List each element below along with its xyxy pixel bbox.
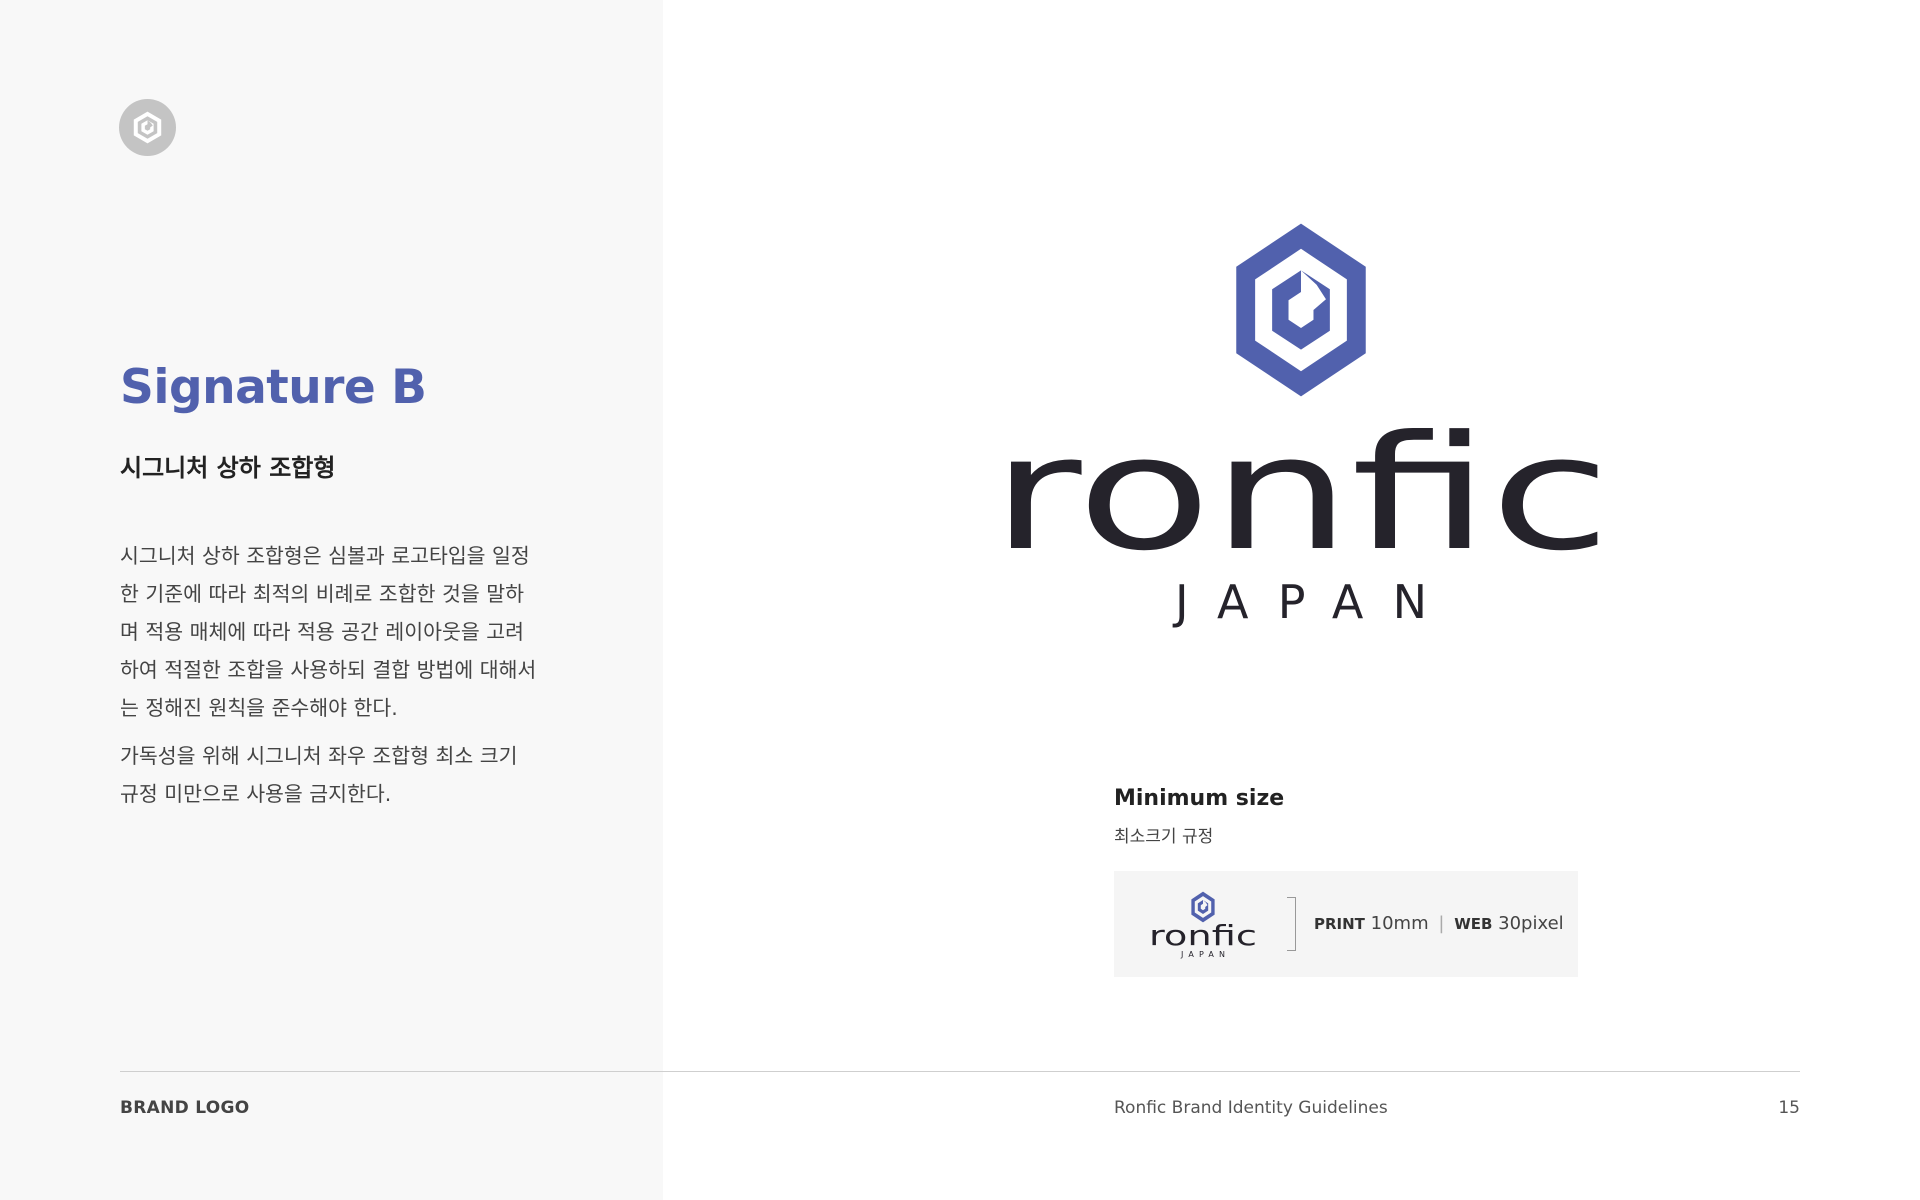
minimum-size-box: ronfic JAPAN PRINT 10mm | WEB 30pixel [1114, 871, 1578, 977]
small-wordmark: ronfic [1149, 919, 1257, 952]
hexagon-c-icon [1191, 891, 1215, 923]
small-signature-logo: ronfic JAPAN [1149, 891, 1257, 959]
footer-divider [120, 1071, 1800, 1072]
hexagon-c-icon [1236, 223, 1366, 397]
footer-section-label: BRAND LOGO [120, 1098, 250, 1118]
page-number: 15 [1778, 1098, 1800, 1118]
footer-document-title: Ronfic Brand Identity Guidelines [1114, 1098, 1388, 1118]
signature-logo: ronfic JAPAN [991, 223, 1611, 629]
logo-wordmark: ronfic [991, 402, 1611, 586]
page-subtitle: 시그니처 상하 조합형 [120, 454, 336, 482]
web-value: 30pixel [1498, 913, 1564, 934]
minimum-size-title: Minimum size [1114, 786, 1285, 811]
description-paragraph: 가독성을 위해 시그니처 좌우 조합형 최소 크기 규정 미만으로 사용을 금지… [120, 744, 518, 806]
web-label: WEB [1454, 915, 1493, 933]
bracket-divider [1287, 897, 1296, 951]
minimum-size-subtitle: 최소크기 규정 [1114, 827, 1214, 847]
page-title: Signature B [120, 360, 427, 415]
print-value: 10mm [1370, 913, 1429, 934]
spec-separator: | [1438, 913, 1445, 934]
print-label: PRINT [1314, 915, 1365, 933]
brand-symbol-icon [119, 99, 176, 156]
description-paragraph: 시그니처 상하 조합형은 심볼과 로고타입을 일정한 기준에 따라 최적의 비례… [120, 544, 537, 720]
minimum-size-spec: PRINT 10mm | WEB 30pixel [1314, 913, 1564, 934]
description: 시그니처 상하 조합형은 심볼과 로고타입을 일정한 기준에 따라 최적의 비례… [120, 537, 540, 813]
